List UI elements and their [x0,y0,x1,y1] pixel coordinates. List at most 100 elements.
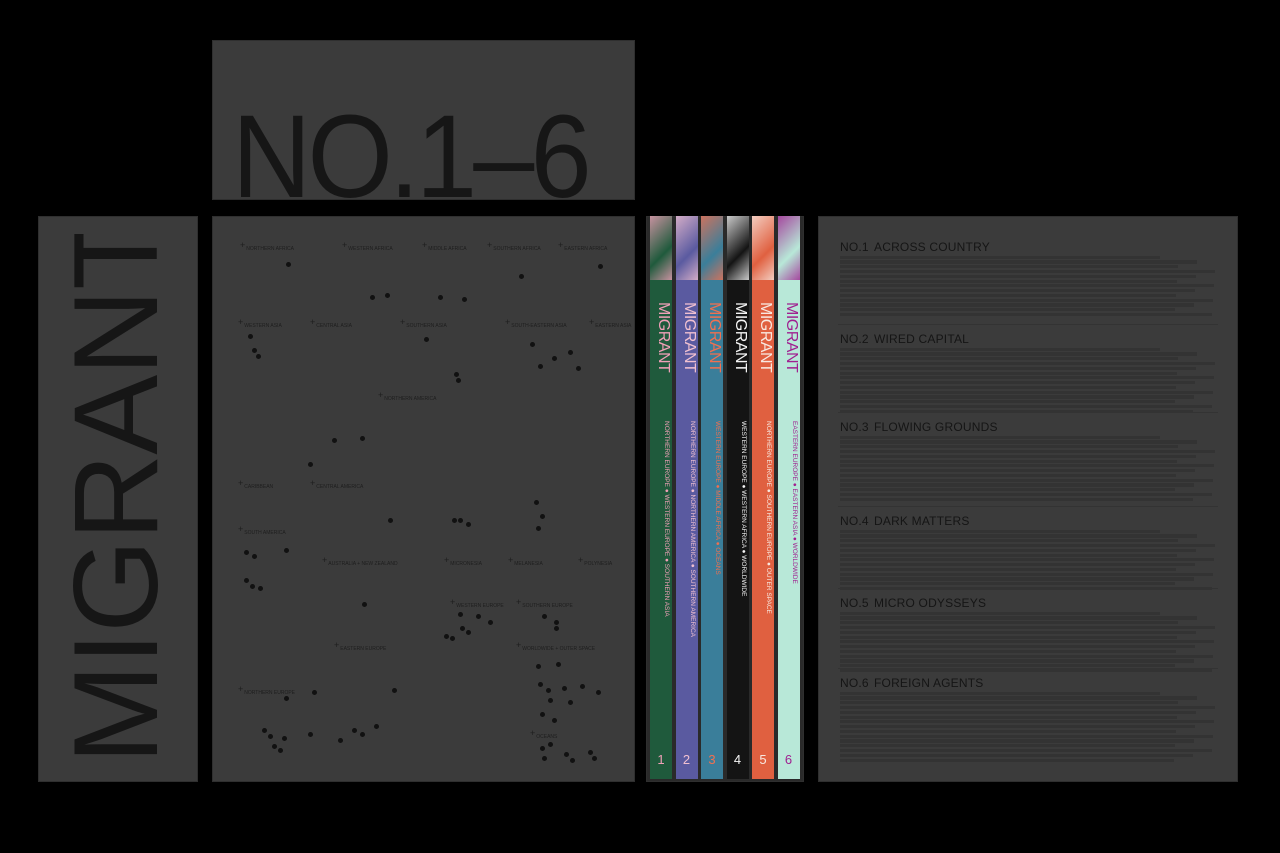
map-dot [282,736,287,741]
toc-entry [840,691,1160,695]
book-title: MIGRANT [731,302,749,373]
toc-entry [840,449,1215,454]
map-dot [352,728,357,733]
book-title: MIGRANT [782,302,800,373]
toc-entry [840,404,1212,409]
toc-entry [840,748,1212,753]
map-dot [248,334,253,339]
book-title: MIGRANT [655,302,672,373]
map-dot [596,690,601,695]
toc-section-heading: NO.5 MICRO ODYSSEYS [840,596,1216,610]
map-region-label: WESTERN AFRICA [342,242,392,252]
toc-entry [840,668,1212,673]
book-regions: WESTERN EUROPE ● MIDDLE AFRICA ● OCEANS [714,421,721,575]
map-dot [568,350,573,355]
map-dot [252,554,257,559]
map-dot [530,342,535,347]
book-map-thumbnail [726,216,749,280]
toc-entry [840,649,1176,654]
toc-entry [840,696,1197,700]
toc-entry [840,303,1194,307]
map-region-label: EASTERN AFRICA [558,242,607,252]
map-dot [548,698,553,703]
map-dot [568,700,573,705]
toc-section-number: NO.1 [840,240,869,254]
book-regions: NORTHERN EUROPE ● SOUTHERN EUROPE ● OUTE… [765,421,772,614]
toc-entry [840,625,1215,630]
toc-entry [840,352,1197,356]
map-dot [312,690,317,695]
toc-entry [840,395,1194,399]
map-dot [554,620,559,625]
map-region-label: SOUTHERN EUROPE [516,599,573,609]
map-region-label: SOUTHERN ASIA [400,319,447,329]
toc-entry [840,293,1176,298]
toc-entry [840,729,1176,734]
toc-divider [838,588,1218,589]
map-dot [564,752,569,757]
book-map-thumbnail [701,216,723,280]
map-dot [536,526,541,531]
toc-entry [840,753,1193,757]
map-dot [458,518,463,523]
map-dot [338,738,343,743]
map-dot [466,630,471,635]
map-dot [284,696,289,701]
toc-entry [840,705,1215,710]
map-dot [540,746,545,751]
toc-section-title: FLOWING GROUNDS [874,420,998,434]
sleeve-title: NO.1–6 [232,91,592,223]
map-region-label: EASTERN ASIA [589,319,631,329]
map-region-label: POLYNESIA [578,557,612,567]
toc-entry [840,616,1197,620]
toc-entry [840,611,1160,615]
toc-entry [840,572,1213,576]
book-spine-6: MIGRANT EASTERN EUROPE ● EASTERN ASIA ● W… [777,216,800,779]
toc-entry [840,440,1197,444]
book-regions: WESTERN EUROPE ● WESTERN AFRICA ● WORLDW… [739,421,747,597]
spine-panel: MIGRANT [38,216,198,782]
toc-entry [840,274,1196,278]
map-dot [456,378,461,383]
toc-entry [840,553,1177,557]
toc-entry [840,371,1177,375]
toc-entry [840,445,1178,449]
map-dot [552,356,557,361]
map-dot [462,297,467,302]
toc-entry [840,715,1177,719]
toc-entry [840,454,1196,458]
map-dot [268,734,273,739]
toc-entry [840,548,1196,552]
toc-entry [840,361,1215,366]
map-dot [576,366,581,371]
book-number: 4 [733,752,742,767]
book-number: 1 [657,752,665,767]
toc-entry [840,473,1176,478]
map-dot [592,756,597,761]
map-dot [540,712,545,717]
toc-entry [840,435,1160,439]
book-title: MIGRANT [680,302,698,373]
toc-section-number: NO.4 [840,514,869,528]
book-map-thumbnail [650,216,672,280]
map-dot [308,732,313,737]
toc-entry [840,720,1214,724]
toc-section-title: WIRED CAPITAL [874,332,970,346]
toc-entry [840,534,1197,538]
toc-entry [840,492,1212,497]
map-dot [476,614,481,619]
map-dot [332,438,337,443]
book-regions: EASTERN EUROPE ● EASTERN ASIA ● WORLDWID… [790,421,798,584]
toc-entry [840,255,1160,259]
map-dot [546,688,551,693]
toc-entry [840,488,1175,492]
toc-section: NO.2 WIRED CAPITAL [840,332,1216,415]
map-dot [258,586,263,591]
toc-entry [840,312,1212,317]
book-spine-2: MIGRANT NORTHERN EUROPE ● NORTHERN AMERIC… [675,216,698,779]
toc-section-title: MICRO ODYSSEYS [874,596,987,610]
toc-entry [840,758,1174,762]
map-region-label: WESTERN EUROPE [450,599,504,609]
toc-entry [840,260,1197,264]
map-dot [262,728,267,733]
